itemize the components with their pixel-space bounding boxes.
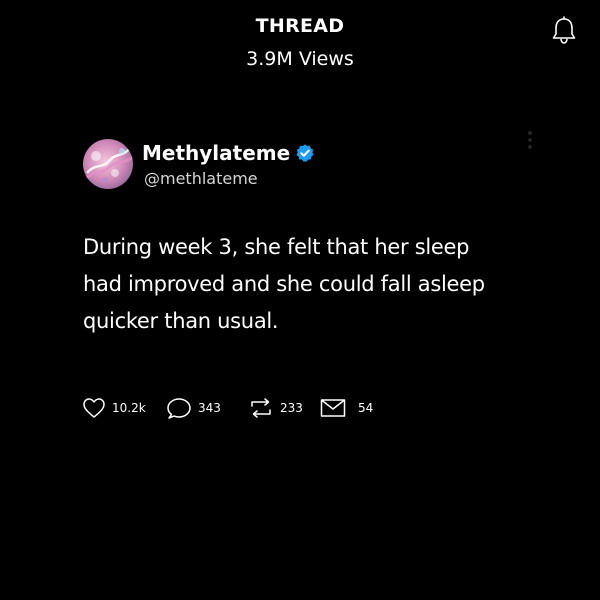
repost-icon bbox=[251, 398, 271, 418]
like-button[interactable]: 10.2k bbox=[82, 396, 146, 420]
envelope-icon bbox=[320, 399, 346, 417]
repost-button[interactable]: 233 bbox=[248, 396, 303, 420]
author-name-text[interactable]: Methylateme bbox=[142, 141, 290, 165]
heart-icon bbox=[83, 398, 105, 418]
post-text: During week 3, she felt that her sleep h… bbox=[83, 235, 485, 333]
verified-badge-icon bbox=[296, 144, 314, 162]
page-title: THREAD bbox=[255, 15, 345, 37]
repost-count: 233 bbox=[280, 401, 303, 415]
reply-count: 343 bbox=[198, 401, 221, 415]
more-vertical-icon[interactable] bbox=[524, 129, 536, 153]
author-handle[interactable]: @methlateme bbox=[144, 169, 258, 188]
message-button[interactable]: 54 bbox=[320, 396, 373, 420]
message-count: 54 bbox=[358, 401, 374, 415]
comment-bubble-icon bbox=[167, 398, 191, 419]
like-count: 10.2k bbox=[112, 401, 146, 415]
views-count: 3.9M Views bbox=[246, 48, 354, 70]
avatar[interactable] bbox=[83, 139, 133, 189]
reply-button[interactable]: 343 bbox=[166, 396, 221, 420]
author-display-name[interactable]: Methylateme bbox=[142, 141, 315, 165]
bell-icon[interactable] bbox=[551, 14, 577, 46]
